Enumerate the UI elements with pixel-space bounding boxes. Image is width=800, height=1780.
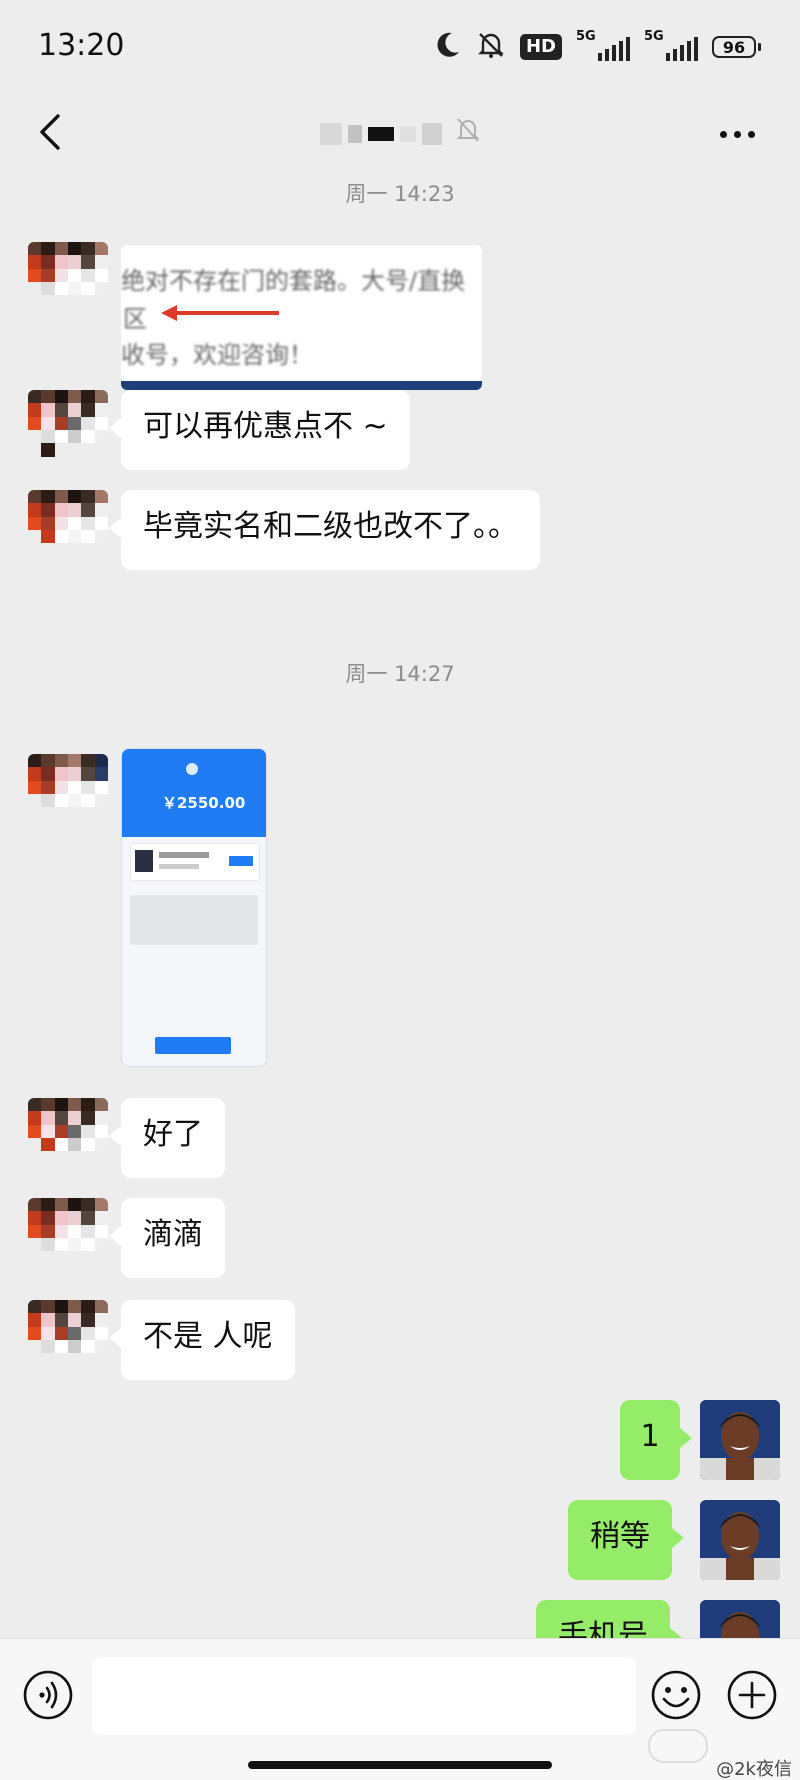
back-button[interactable] <box>26 104 76 160</box>
message-bubble[interactable]: 不是 人呢 <box>109 1300 295 1380</box>
screenshot-header: ￥2550.00 <box>122 749 266 837</box>
message-bubble[interactable]: 手机号 <box>536 1600 682 1638</box>
avatar[interactable] <box>28 1098 108 1178</box>
user-avatar[interactable] <box>700 1500 780 1580</box>
battery-level: 96 <box>722 37 746 57</box>
message-bubble[interactable]: 滴滴 <box>109 1198 225 1278</box>
avatar[interactable] <box>28 1300 108 1380</box>
watermark-logo <box>648 1729 708 1763</box>
message-bubble[interactable]: 1 <box>620 1400 692 1480</box>
bell-off-icon <box>455 116 481 150</box>
message-bubble[interactable]: 稍等 <box>568 1500 684 1580</box>
bell-off-icon <box>476 30 506 64</box>
user-avatar[interactable] <box>700 1600 780 1638</box>
chat-screen: 13:20 HD 5G 5G 96 周一 14:23 绝对不存在门的套路。大号/… <box>0 0 800 1780</box>
battery-icon: 96 <box>712 36 761 58</box>
screenshot-placeholder <box>130 895 258 945</box>
message-bubble[interactable]: 毕竟实名和二级也改不了。。 <box>109 490 540 570</box>
image-text-line: 收号，欢迎咨询！ <box>121 341 313 369</box>
emoji-icon <box>651 1670 701 1720</box>
more-actions-button[interactable] <box>726 1669 778 1725</box>
person-portrait-icon <box>700 1600 780 1638</box>
emoji-button[interactable] <box>650 1669 702 1725</box>
plus-icon <box>727 1670 777 1720</box>
watermark: @2k夜信 <box>716 1759 792 1780</box>
person-portrait-icon <box>700 1400 780 1480</box>
more-dots-icon <box>720 130 727 138</box>
screenshot-button <box>155 1037 231 1054</box>
chevron-left-icon <box>40 114 60 150</box>
image-message[interactable]: ￥2550.00 <box>121 748 267 1067</box>
message-bubble[interactable]: 好了 <box>109 1098 225 1178</box>
hd-badge: HD <box>519 34 562 60</box>
user-avatar[interactable] <box>700 1400 780 1480</box>
message-bubble[interactable]: 可以再优惠点不 ~ <box>109 390 410 470</box>
message-list[interactable]: 周一 14:23 绝对不存在门的套路。大号/直换 区 收号，欢迎咨询！ 可以再优… <box>0 170 800 1638</box>
avatar[interactable] <box>28 490 108 570</box>
signal-2-icon: 5G <box>644 29 698 61</box>
network-type-1: 5G <box>576 29 596 44</box>
avatar[interactable] <box>28 390 108 470</box>
image-text-line: 绝对不存在门的套路。大号/直换 <box>121 267 466 295</box>
image-message[interactable]: 绝对不存在门的套路。大号/直换 区 收号，欢迎咨询！ <box>121 245 482 390</box>
avatar[interactable] <box>28 242 108 322</box>
image-text-line: 区 <box>123 305 147 333</box>
voice-button[interactable] <box>22 1669 74 1725</box>
input-bar: @2k夜信 <box>0 1638 800 1780</box>
more-button[interactable] <box>720 120 764 148</box>
status-bar: 13:20 HD 5G 5G 96 <box>0 0 800 96</box>
signal-1-icon: 5G <box>576 29 630 61</box>
status-time: 13:20 <box>38 28 125 63</box>
home-indicator[interactable] <box>248 1761 552 1769</box>
timestamp: 周一 14:27 <box>345 662 455 686</box>
timestamp: 周一 14:23 <box>345 182 455 206</box>
screenshot-card <box>130 843 260 881</box>
voice-icon <box>23 1670 73 1720</box>
person-portrait-icon <box>700 1500 780 1580</box>
avatar[interactable] <box>28 754 108 834</box>
moon-icon <box>436 30 462 64</box>
network-type-2: 5G <box>644 29 664 44</box>
avatar[interactable] <box>28 1198 108 1278</box>
chat-header <box>0 96 800 170</box>
message-input[interactable] <box>92 1657 636 1735</box>
status-icons: HD 5G 5G 96 <box>436 29 761 64</box>
screenshot-amount: ￥2550.00 <box>162 794 246 812</box>
arrow-left-icon <box>161 305 279 321</box>
